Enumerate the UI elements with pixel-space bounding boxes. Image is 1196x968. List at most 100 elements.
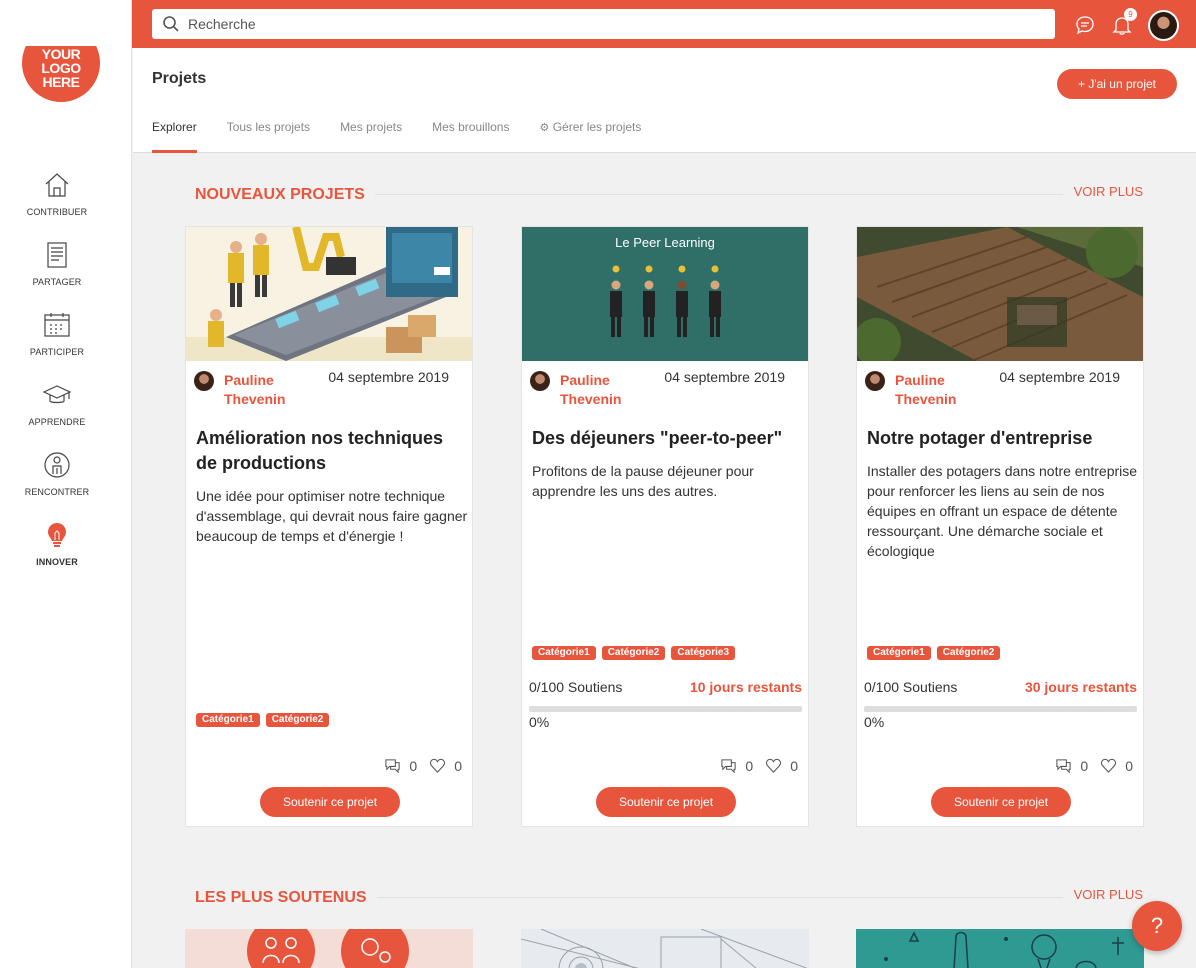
category-list: Catégorie1 Catégorie2 Catégorie3 [532,646,741,660]
author-avatar[interactable] [194,371,214,391]
project-stats: 0 0 [372,757,462,774]
notifications-button[interactable]: 9 [1111,8,1137,36]
sidebar-item-label: RENCONTRER [24,487,90,497]
voir-plus-link[interactable]: VOIR PLUS [1063,887,1143,902]
category-badge[interactable]: Catégorie1 [867,646,931,660]
calendar-icon [44,313,70,337]
search-icon [163,16,179,32]
tab-explorer[interactable]: Explorer [152,120,197,153]
project-title[interactable]: Des déjeuners "peer-to-peer" [532,426,802,451]
sidebar-item-participer[interactable]: PARTICIPER [0,310,114,380]
document-icon [47,242,67,268]
topbar: 9 [132,0,1196,48]
progress-percent: 0% [529,714,550,730]
comments-button[interactable]: 0 [384,757,417,774]
comment-icon [1056,759,1072,774]
comment-icon [721,759,737,774]
search-bar[interactable] [152,9,1055,39]
section-title: LES PLUS SOUTENUS [195,889,377,907]
support-project-button[interactable]: Soutenir ce projet [596,787,736,817]
project-card[interactable]: Pauline Thevenin 04 septembre 2019 Améli… [185,226,473,827]
person-icon [44,452,70,478]
author-name[interactable]: Pauline Thevenin [560,371,650,409]
project-card[interactable]: Pauline Thevenin 04 septembre 2019 Notre… [856,226,1144,827]
author-avatar[interactable] [865,371,885,391]
like-button[interactable]: 0 [429,757,462,774]
sidebar-nav: CONTRIBUER PARTAGER PARTICIPER APPRENDRE… [0,170,114,590]
support-project-button[interactable]: Soutenir ce projet [931,787,1071,817]
support-project-button[interactable]: Soutenir ce projet [260,787,400,817]
heart-icon [766,758,782,773]
progress-bar [529,706,802,712]
page-title: Projets [152,70,207,87]
category-badge[interactable]: Catégorie2 [265,713,330,727]
project-image: Le Peer Learning [522,227,808,361]
category-badge[interactable]: Catégorie2 [936,646,1001,660]
comments-button[interactable]: 0 [720,757,753,774]
add-project-button[interactable]: + J'ai un projet [1057,69,1177,99]
project-stats: 0 0 [708,757,798,774]
sidebar-item-partager[interactable]: PARTAGER [0,240,114,310]
sidebar-item-innover[interactable]: INNOVER [0,520,114,590]
sidebar-item-label: APPRENDRE [28,417,86,427]
project-card-image[interactable] [856,929,1144,968]
sidebar: YOUR LOGO HERE CONTRIBUER PARTAGER PARTI… [0,0,132,968]
svg-text:Le Peer Learning: Le Peer Learning [615,235,715,250]
sidebar-item-label: INNOVER [36,557,78,567]
sidebar-item-apprendre[interactable]: APPRENDRE [0,380,114,450]
messages-button[interactable] [1074,14,1096,36]
section-les-plus-soutenus: LES PLUS SOUTENUS VOIR PLUS [195,887,1143,909]
category-list: Catégorie1 Catégorie2 [196,713,335,727]
category-badge[interactable]: Catégorie1 [196,713,260,727]
project-card-image[interactable] [521,929,809,968]
sidebar-item-label: CONTRIBUER [26,207,88,217]
voir-plus-link[interactable]: VOIR PLUS [1063,184,1143,199]
comment-icon [385,759,401,774]
project-description: Une idée pour optimiser notre technique … [196,488,468,544]
comments-button[interactable]: 0 [1055,757,1088,774]
home-icon [45,173,69,197]
project-description: Installer des potagers dans notre entrep… [867,463,1138,559]
category-list: Catégorie1 Catégorie2 [867,646,1006,660]
like-button[interactable]: 0 [765,757,798,774]
notification-badge: 9 [1124,8,1137,21]
search-input[interactable] [188,16,1038,32]
support-count: 0/100 Soutiens [529,679,623,695]
project-card-image[interactable] [185,929,473,968]
project-title[interactable]: Amélioration nos techniques de productio… [196,426,466,476]
sidebar-item-contribuer[interactable]: CONTRIBUER [0,170,114,240]
progress-percent: 0% [864,714,885,730]
like-button[interactable]: 0 [1100,757,1133,774]
category-badge[interactable]: Catégorie3 [671,646,736,660]
logo[interactable]: YOUR LOGO HERE [22,46,100,102]
author-avatar[interactable] [530,371,550,391]
category-badge[interactable]: Catégorie2 [601,646,666,660]
project-image [857,227,1143,361]
category-badge[interactable]: Catégorie1 [532,646,596,660]
sidebar-item-label: PARTAGER [32,277,82,287]
tab-mes-brouillons[interactable]: Mes brouillons [432,120,509,153]
project-title[interactable]: Notre potager d'entreprise [867,426,1137,451]
project-card[interactable]: Le Peer Learning Pauline Thevenin 04 sep… [521,226,809,827]
author-name[interactable]: Pauline Thevenin [895,371,985,409]
project-date: 04 septembre 2019 [664,369,785,385]
author-name[interactable]: Pauline Thevenin [224,371,314,409]
heart-icon [1101,758,1117,773]
tab-mes-projets[interactable]: Mes projets [340,120,402,153]
gear-icon: ⚙ [539,122,550,134]
project-stats: 0 0 [1043,757,1133,774]
graduation-cap-icon [42,385,72,404]
user-avatar[interactable] [1148,10,1179,41]
section-title: NOUVEAUX PROJETS [195,186,375,204]
tab-gerer-les-projets[interactable]: ⚙ Gérer les projets [539,120,641,153]
tab-tous-les-projets[interactable]: Tous les projets [227,120,310,153]
project-date: 04 septembre 2019 [328,369,449,385]
help-button[interactable]: ? [1132,901,1182,951]
section-nouveaux-projets: NOUVEAUX PROJETS VOIR PLUS [195,184,1143,206]
sidebar-item-rencontrer[interactable]: RENCONTRER [0,450,114,520]
lightbulb-icon [48,523,66,547]
days-left: 30 jours restants [1024,679,1137,695]
days-left: 10 jours restants [689,679,802,695]
progress-bar [864,706,1137,712]
project-description: Profitons de la pause déjeuner pour appr… [532,463,754,499]
